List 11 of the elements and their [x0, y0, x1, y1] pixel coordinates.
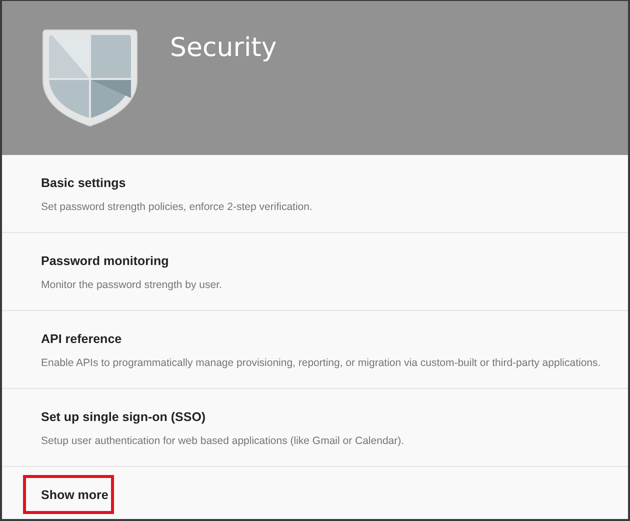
item-description: Monitor the password strength by user.	[41, 279, 222, 291]
item-title[interactable]: Basic settings	[41, 176, 126, 190]
show-more-button[interactable]: Show more	[23, 475, 114, 514]
item-description: Set password strength policies, enforce 2-step verification.	[41, 201, 312, 213]
item-description: Setup user authentication for web based applications (like Gmail or Calendar).	[41, 435, 404, 447]
item-title[interactable]: Password monitoring	[41, 254, 169, 268]
shield-icon	[42, 28, 138, 127]
item-title[interactable]: Set up single sign-on (SSO)	[41, 410, 206, 424]
page-title: Security	[170, 33, 277, 63]
item-title[interactable]: API reference	[41, 332, 122, 346]
item-description: Enable APIs to programmatically manage provisioning, reporting, or migration via custom-built or third-party applications.	[41, 357, 601, 369]
